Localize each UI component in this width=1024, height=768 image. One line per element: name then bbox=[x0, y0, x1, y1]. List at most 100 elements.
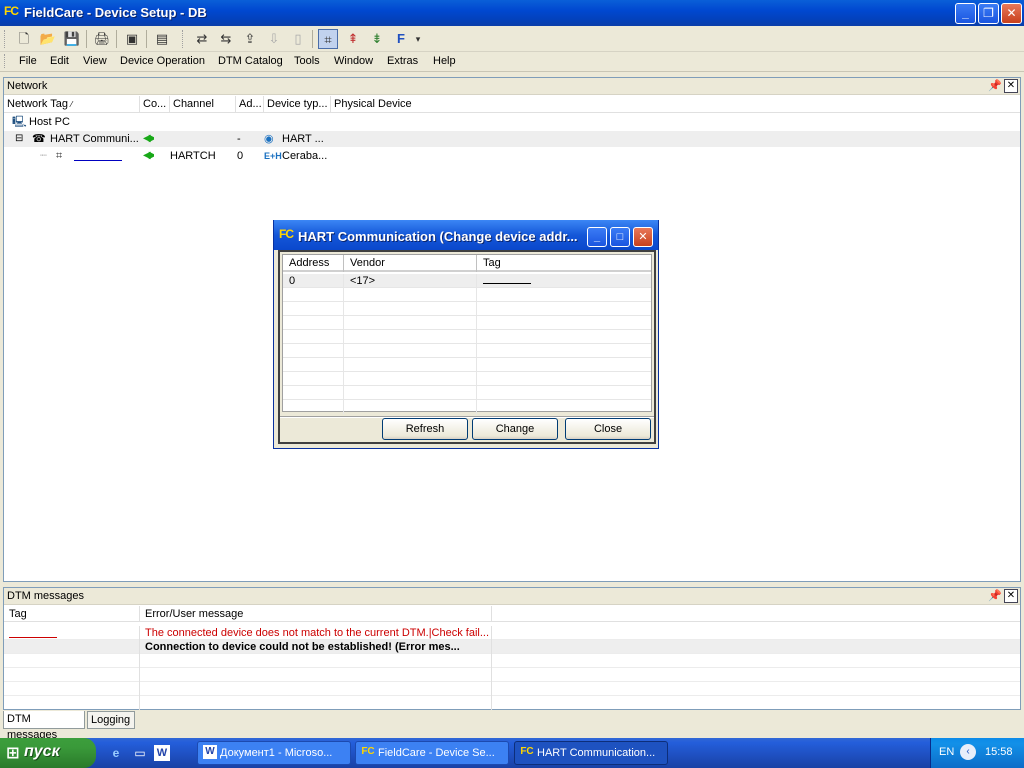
upload-button[interactable]: ⇪ bbox=[240, 29, 260, 49]
task-fieldcare[interactable]: FC FieldCare - Device Se... bbox=[355, 741, 509, 765]
start-button[interactable]: ⊞ пуск bbox=[0, 738, 96, 768]
menu-extras[interactable]: Extras bbox=[387, 55, 418, 67]
dialog-body: Address Vendor Tag 0 <17> Refresh Change… bbox=[278, 250, 656, 444]
print-button[interactable]: 🖨 bbox=[92, 29, 112, 49]
toolbar-grip[interactable] bbox=[182, 30, 185, 48]
tree-row-hart-communication[interactable]: ⊟ ☎ HART Communi... ◀▶ - ◉ HART ... bbox=[4, 131, 1020, 147]
menu-view[interactable]: View bbox=[83, 55, 107, 67]
dialog-close-text-button[interactable]: Close bbox=[565, 418, 651, 440]
fieldcare-app-icon: FC bbox=[279, 227, 294, 241]
f-button[interactable]: F bbox=[391, 29, 411, 49]
windows-logo-icon: ⊞ bbox=[6, 745, 20, 762]
menu-edit[interactable]: Edit bbox=[50, 55, 69, 67]
col-address[interactable]: Ad... bbox=[236, 96, 264, 113]
col-co[interactable]: Co... bbox=[140, 96, 170, 113]
device-list-button[interactable]: ▤ bbox=[152, 29, 172, 49]
menu-tools[interactable]: Tools bbox=[294, 55, 320, 67]
cell-message: Connection to device could not be establ… bbox=[140, 640, 492, 654]
toolbar-separator bbox=[86, 30, 87, 48]
device-list-icon: ▤ bbox=[155, 31, 169, 46]
grid-row-empty bbox=[283, 316, 651, 330]
cell-tag[interactable] bbox=[477, 274, 651, 288]
hart-logo-icon: ◉ bbox=[264, 133, 274, 145]
language-indicator[interactable]: EN bbox=[939, 746, 954, 758]
dialog-close-button[interactable]: ✕ bbox=[633, 227, 653, 247]
col-network-tag[interactable]: Network Tag ⁄ bbox=[4, 96, 140, 113]
dialog-maximize-button[interactable]: □ bbox=[610, 227, 630, 247]
device-tag-link[interactable] bbox=[74, 148, 122, 164]
grid-row-empty bbox=[283, 344, 651, 358]
fieldcare-icon: FC bbox=[520, 746, 534, 757]
refresh-button[interactable]: Refresh bbox=[382, 418, 468, 440]
read-button[interactable]: ⇞ bbox=[343, 29, 363, 49]
pin-icon[interactable]: 📌 bbox=[988, 589, 1002, 603]
grid-row[interactable]: 0 <17> bbox=[283, 274, 651, 288]
tree-row-device[interactable]: ┈ ⌗ ◀▶ HARTCH 0 E+H Ceraba... bbox=[4, 148, 1020, 164]
col-error-message[interactable]: Error/User message bbox=[140, 606, 492, 622]
pane-close-icon[interactable]: ✕ bbox=[1004, 79, 1018, 93]
minimize-button[interactable]: _ bbox=[955, 3, 976, 24]
write-button[interactable]: ⇟ bbox=[367, 29, 387, 49]
tab-logging[interactable]: Logging bbox=[87, 711, 135, 729]
restore-button[interactable]: ❐ bbox=[978, 3, 999, 24]
pin-icon[interactable]: 📌 bbox=[988, 79, 1002, 93]
tab-dtm-messages[interactable]: DTM messages bbox=[3, 711, 85, 741]
toolbar-grip[interactable] bbox=[4, 30, 7, 48]
print-icon: 🖨 bbox=[93, 31, 111, 46]
menu-help[interactable]: Help bbox=[433, 55, 456, 67]
close-icon: ✕ bbox=[1006, 6, 1017, 20]
hart-modem-icon: ☎ bbox=[32, 133, 46, 145]
tree-row-host-pc[interactable]: 🖳 Host PC bbox=[4, 114, 1020, 130]
menu-grip[interactable] bbox=[4, 54, 7, 68]
show-desktop-icon[interactable]: ▭ bbox=[132, 745, 148, 761]
task-hart-communication[interactable]: FC HART Communication... bbox=[514, 741, 668, 765]
internet-explorer-icon[interactable]: e bbox=[108, 745, 124, 761]
menu-file[interactable]: File bbox=[19, 55, 37, 67]
menu-device-operation[interactable]: Device Operation bbox=[120, 55, 205, 67]
f-icon: F bbox=[397, 31, 405, 46]
dialog-minimize-button[interactable]: _ bbox=[587, 227, 607, 247]
tray-chevron-icon[interactable]: ‹ bbox=[960, 744, 976, 760]
message-row[interactable]: The connected device does not match to t… bbox=[4, 626, 1020, 640]
network-column-headers: Network Tag ⁄ Co... Channel Ad... Device… bbox=[4, 96, 1020, 113]
col-vendor[interactable]: Vendor bbox=[344, 255, 477, 272]
cell-tag bbox=[4, 626, 140, 640]
new-button[interactable]: 🗋 bbox=[14, 29, 34, 49]
catalog-button[interactable]: ▣ bbox=[122, 29, 142, 49]
download-button: ⇩ bbox=[264, 29, 284, 49]
connect-button[interactable]: ⇄ bbox=[192, 29, 212, 49]
cell-device-type: Ceraba... bbox=[282, 150, 328, 162]
col-device-type[interactable]: Device typ... bbox=[264, 96, 331, 113]
collapse-icon[interactable]: ⊟ bbox=[15, 131, 23, 147]
cell-vendor: <17> bbox=[344, 274, 477, 288]
menu-window[interactable]: Window bbox=[334, 55, 373, 67]
close-button[interactable]: ✕ bbox=[1001, 3, 1022, 24]
col-tag[interactable]: Tag bbox=[477, 255, 651, 272]
hart-communication-dialog: FC HART Communication (Change device add… bbox=[273, 220, 659, 449]
task-word-document[interactable]: W Документ1 - Microso... bbox=[197, 741, 351, 765]
grid-row-empty bbox=[283, 302, 651, 316]
col-address[interactable]: Address bbox=[283, 255, 344, 272]
toolbar-separator bbox=[312, 30, 313, 48]
new-icon: 🗋 bbox=[18, 31, 30, 46]
col-tag[interactable]: Tag bbox=[4, 606, 140, 622]
f-dropdown-button[interactable]: ▾ bbox=[412, 29, 424, 49]
computer-icon: 🖳 bbox=[12, 116, 27, 128]
scan-button[interactable]: ⌗ bbox=[318, 29, 338, 49]
disconnect-button[interactable]: ⇆ bbox=[216, 29, 236, 49]
grid-header: Address Vendor Tag bbox=[283, 255, 651, 272]
network-pane-title: Network bbox=[7, 80, 48, 92]
word-quicklaunch-icon[interactable]: W bbox=[154, 745, 170, 761]
dialog-title: HART Communication (Change device addr..… bbox=[298, 229, 578, 244]
fieldcare-app-icon: FC bbox=[4, 4, 19, 18]
col-channel[interactable]: Channel bbox=[170, 96, 236, 113]
col-physical-device[interactable]: Physical Device bbox=[331, 96, 451, 113]
menu-dtm-catalog[interactable]: DTM Catalog bbox=[218, 55, 283, 67]
minimize-icon: _ bbox=[593, 231, 601, 243]
change-button[interactable]: Change bbox=[472, 418, 558, 440]
message-row[interactable]: Connection to device could not be establ… bbox=[4, 640, 1020, 654]
open-button[interactable]: 📂 bbox=[38, 29, 58, 49]
pane-close-icon[interactable]: ✕ bbox=[1004, 589, 1018, 603]
save-button[interactable]: 💾 bbox=[62, 29, 82, 49]
write-icon: ⇟ bbox=[371, 31, 383, 46]
